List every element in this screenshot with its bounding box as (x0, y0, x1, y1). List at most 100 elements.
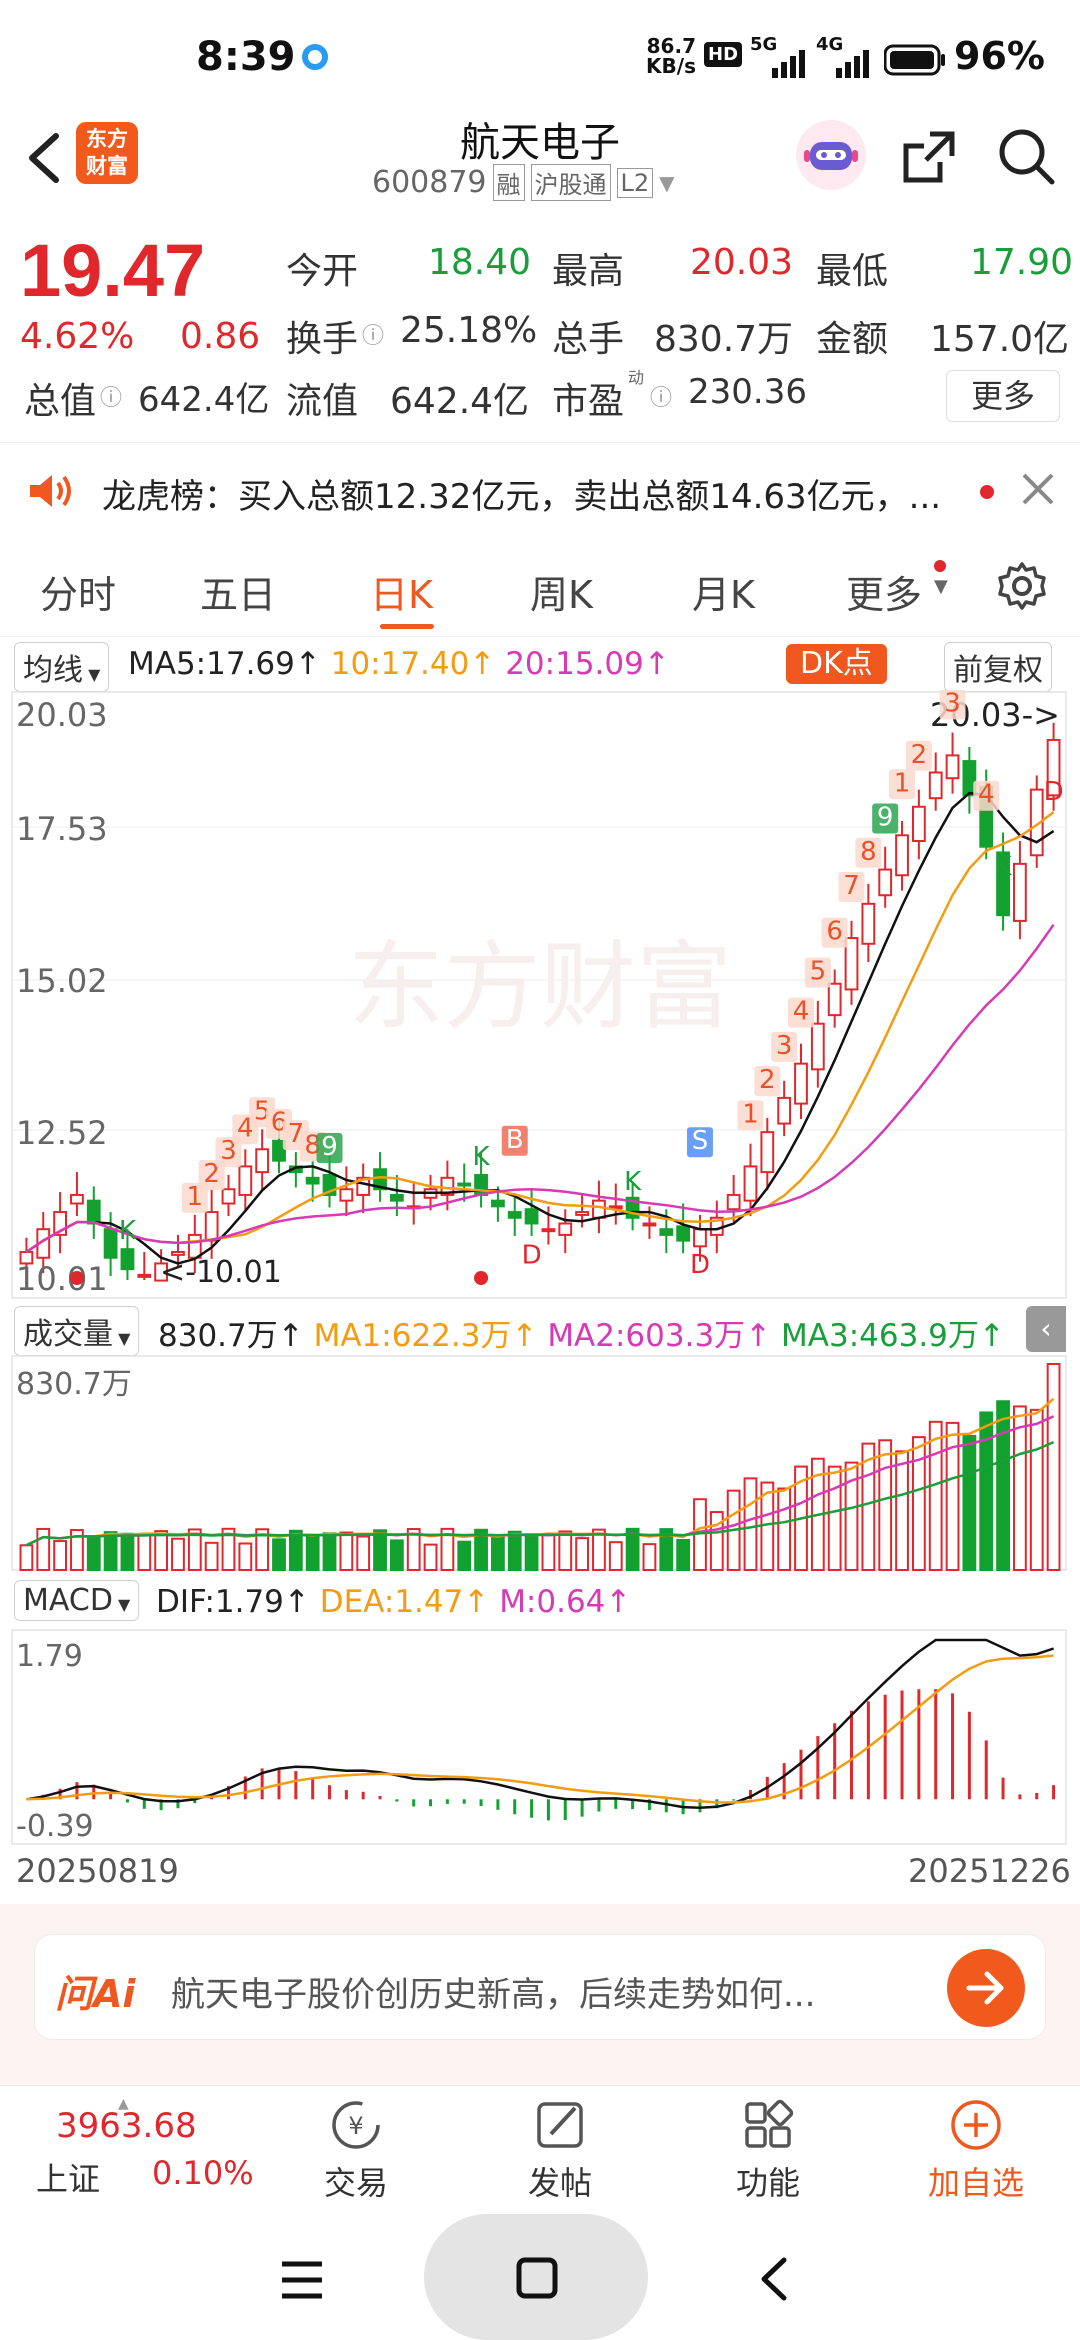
candle-body (558, 1222, 573, 1236)
d-signal-label: D (522, 1240, 542, 1270)
nav-trade[interactable]: ¥ 交易 (316, 2096, 396, 2204)
open-value: 18.40 (428, 242, 532, 283)
logo-line-2: 财富 (86, 154, 128, 178)
sequence-number: 2 (911, 740, 928, 770)
y-axis-2: 17.53 (16, 810, 108, 848)
candle-body (878, 868, 893, 897)
index-name: 上证 (36, 2160, 101, 2198)
volume-bar (524, 1533, 539, 1571)
back-icon[interactable] (18, 128, 68, 188)
ai-question-bar[interactable]: 问Ai 航天电子股价创历史新高，后续走势如何... (34, 1934, 1046, 2040)
close-icon[interactable] (1020, 471, 1056, 511)
stock-name: 航天电子 (460, 120, 620, 166)
volume-bar (120, 1532, 135, 1571)
collapse-panel-icon[interactable]: ‹ (1026, 1306, 1066, 1352)
candle-body (945, 754, 960, 780)
m-value: M:0.64 (499, 1584, 606, 1620)
volume-bar (743, 1477, 758, 1571)
candle-body (676, 1225, 691, 1242)
volume-selector-label: 成交量 (23, 1317, 113, 1352)
kline-chart[interactable]: 东方财富 20.03 17.53 15.02 12.52 10.01 20.03… (0, 690, 1080, 1302)
candle-body (305, 1176, 320, 1185)
stock-code-row[interactable]: 600879 融 沪股通 L2 ▼ (372, 164, 675, 201)
back-nav-icon[interactable] (756, 2256, 790, 2306)
volume-value: 830.7万 (654, 319, 794, 360)
high-value: 20.03 (690, 242, 794, 283)
turnover-value: 25.18% (400, 310, 538, 351)
change-pct: 4.62% (20, 316, 135, 357)
notice-bar[interactable]: 龙虎榜：买入总额12.32亿元，卖出总额14.63亿元，... (0, 442, 1080, 547)
tab-monthly-k[interactable]: 月K (692, 564, 755, 619)
nav-post-label: 发帖 (527, 2164, 592, 2202)
volume-bar (676, 1538, 691, 1572)
volume-bar (895, 1450, 909, 1571)
ma-selector[interactable]: 均线 ▼ (14, 642, 110, 692)
settings-gear-icon[interactable] (996, 560, 1048, 616)
volume-bar (103, 1531, 118, 1571)
macd-selector[interactable]: MACD ▼ (14, 1580, 140, 1621)
volume-bar (575, 1537, 589, 1572)
home-button[interactable] (424, 2214, 648, 2340)
volume-selector[interactable]: 成交量 ▼ (14, 1306, 140, 1356)
ai-prompt-text: 航天电子股价创历史新高，后续走势如何... (171, 1975, 816, 2015)
search-icon[interactable] (996, 126, 1056, 190)
tab-weekly-k[interactable]: 周K (530, 564, 593, 619)
candle-body (1013, 862, 1027, 922)
ma10-value: 10:17.40 (330, 646, 470, 682)
tab-more[interactable]: 更多 (846, 564, 922, 619)
candle-body (895, 834, 909, 877)
bottom-nav: 3963.68 ▲ 上证 0.10% ¥ 交易 发帖 功能 加自选 (0, 2085, 1080, 2211)
chevron-down-icon: ▼ (659, 170, 675, 195)
nav-post[interactable]: 发帖 (520, 2096, 600, 2204)
tab-five-day[interactable]: 五日 (200, 564, 276, 619)
low-annotation: <-10.01 (160, 1255, 282, 1290)
arrow-right-icon[interactable] (947, 1949, 1025, 2027)
robot-avatar-icon[interactable] (796, 120, 866, 190)
volume-bar (979, 1411, 994, 1571)
info-icon-2[interactable]: ⓘ (100, 380, 122, 412)
macd-chart[interactable]: 1.79 -0.39 (0, 1628, 1080, 1846)
volume-chart[interactable]: 830.7万 (0, 1354, 1080, 1572)
index-value[interactable]: 3963.68 (56, 2106, 197, 2146)
chevron-down-icon: ▼ (112, 1595, 131, 1614)
high-label: 最高 (552, 251, 625, 292)
info-icon-3[interactable]: ⓘ (650, 380, 672, 412)
low-value: 17.90 (970, 242, 1074, 283)
y-axis-3: 15.02 (16, 962, 108, 1000)
candle-body (659, 1228, 674, 1236)
k-signal-label: K (995, 852, 1013, 882)
dif-value: DIF:1.79 (156, 1584, 284, 1620)
volume-bar (322, 1532, 337, 1571)
index-pct: 0.10% (152, 2154, 254, 2192)
nav-add-watchlist[interactable]: 加自选 (920, 2096, 1032, 2204)
notice-text: 龙虎榜：买入总额12.32亿元，卖出总额14.63亿元，... (102, 477, 942, 517)
sequence-number: 8 (860, 837, 877, 867)
volume-bar (709, 1511, 724, 1571)
candle-body (457, 1182, 472, 1187)
volume-bar (154, 1530, 169, 1572)
sequence-number: 1 (742, 1099, 759, 1129)
open-label: 今开 (286, 251, 359, 292)
candle-body (592, 1199, 606, 1219)
caret-up-icon: ▲ (118, 2096, 129, 2112)
mktcap-label: 总值 (24, 381, 97, 422)
sequence-number: 4 (793, 997, 810, 1027)
menu-icon[interactable] (280, 2260, 324, 2304)
nav-functions[interactable]: 功能 (728, 2096, 808, 2204)
tab-daily-k[interactable]: 日K (370, 564, 433, 619)
more-button[interactable]: 更多 (946, 370, 1060, 422)
volume-bar (305, 1534, 320, 1571)
app-logo[interactable]: 东方 财富 (76, 122, 138, 184)
macd-selector-label: MACD (23, 1583, 113, 1618)
date-end: 20251226 (908, 1852, 1071, 1890)
macd-axis-bottom: -0.39 (16, 1809, 94, 1844)
net-speed-value: 86.7 (646, 34, 696, 58)
sequence-number: 5 (810, 957, 827, 987)
dk-point-button[interactable]: DK点 (786, 644, 887, 684)
connect-tag: 沪股通 (530, 164, 611, 201)
share-icon[interactable] (900, 128, 958, 190)
info-icon[interactable]: ⓘ (362, 318, 384, 350)
tab-intraday[interactable]: 分时 (40, 564, 116, 619)
adjust-button[interactable]: 前复权 (944, 642, 1052, 692)
pe-dynamic-tag: 动 (628, 368, 645, 387)
